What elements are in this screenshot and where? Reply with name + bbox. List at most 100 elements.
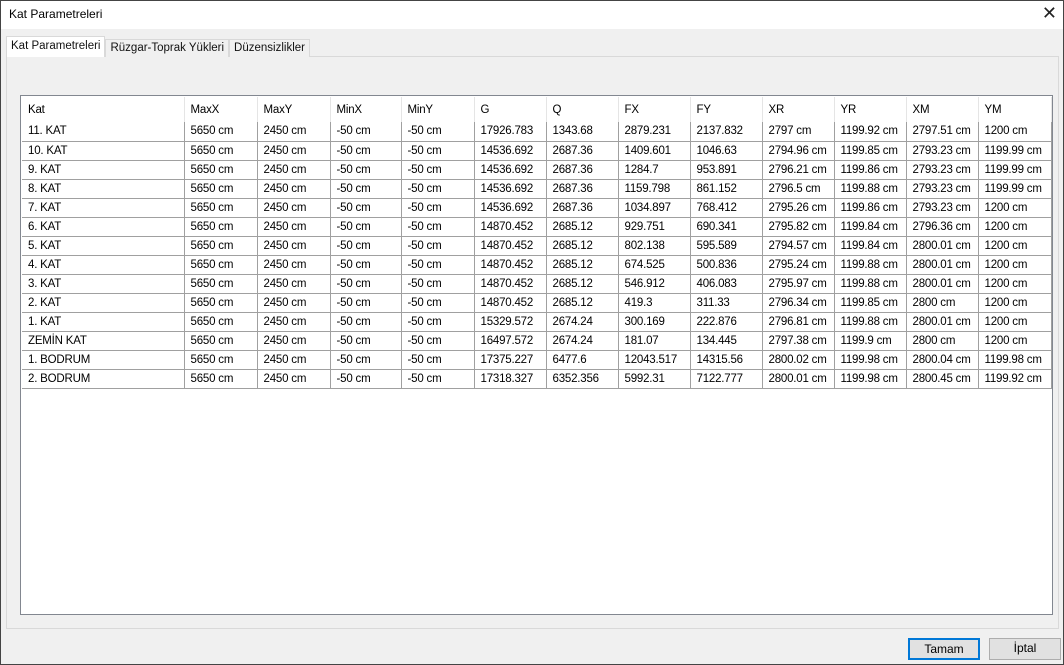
column-header-g[interactable]: G [474, 97, 547, 122]
cell-miny[interactable]: -50 cm [401, 179, 475, 199]
cell-fx[interactable]: 674.525 [618, 255, 691, 275]
cell-yr[interactable]: 1199.86 cm [834, 160, 907, 180]
cell-minx[interactable]: -50 cm [330, 217, 402, 237]
cell-g[interactable]: 14870.452 [474, 255, 547, 275]
cell-xr[interactable]: 2797.38 cm [762, 331, 835, 351]
cell-xm[interactable]: 2793.23 cm [906, 141, 979, 161]
cell-ym[interactable]: 1200 cm [978, 274, 1052, 294]
cell-ym[interactable]: 1199.92 cm [978, 369, 1052, 389]
table-row[interactable]: 1. BODRUM 5650 cm 2450 cm -50 cm -50 cm 17375… [22, 350, 1052, 370]
cell-q[interactable]: 6477.6 [546, 350, 619, 370]
cell-xm[interactable]: 2796.36 cm [906, 217, 979, 237]
cell-fx[interactable]: 802.138 [618, 236, 691, 256]
cell-fx[interactable]: 5992.31 [618, 369, 691, 389]
cell-xm[interactable]: 2793.23 cm [906, 160, 979, 180]
column-header-maxy[interactable]: MaxY [257, 97, 331, 122]
cell-maxx[interactable]: 5650 cm [184, 369, 258, 389]
cell-xm[interactable]: 2800.01 cm [906, 312, 979, 332]
cell-yr[interactable]: 1199.84 cm [834, 236, 907, 256]
cell-fy[interactable]: 311.33 [690, 293, 763, 313]
tab-kat-parametreleri[interactable]: Kat Parametreleri [6, 36, 106, 57]
cell-maxx[interactable]: 5650 cm [184, 217, 258, 237]
cell-g[interactable]: 16497.572 [474, 331, 547, 351]
cell-maxx[interactable]: 5650 cm [184, 274, 258, 294]
cell-kat[interactable]: 9. KAT [22, 160, 185, 180]
cell-fx[interactable]: 1284.7 [618, 160, 691, 180]
cell-g[interactable]: 14870.452 [474, 236, 547, 256]
table-row[interactable]: 10. KAT 5650 cm 2450 cm -50 cm -50 cm 14536.6… [22, 141, 1052, 161]
cell-q[interactable]: 2685.12 [546, 293, 619, 313]
cell-kat[interactable]: 11. KAT [22, 122, 185, 142]
cell-kat[interactable]: 6. KAT [22, 217, 185, 237]
table-row[interactable]: 3. KAT 5650 cm 2450 cm -50 cm -50 cm 14870.45… [22, 274, 1052, 294]
cell-miny[interactable]: -50 cm [401, 274, 475, 294]
cell-xm[interactable]: 2800.45 cm [906, 369, 979, 389]
cell-ym[interactable]: 1200 cm [978, 312, 1052, 332]
cell-yr[interactable]: 1199.9 cm [834, 331, 907, 351]
cell-ym[interactable]: 1199.99 cm [978, 160, 1052, 180]
cell-maxy[interactable]: 2450 cm [257, 179, 331, 199]
cell-minx[interactable]: -50 cm [330, 141, 402, 161]
cell-fx[interactable]: 546.912 [618, 274, 691, 294]
column-header-fx[interactable]: FX [618, 97, 691, 122]
cell-miny[interactable]: -50 cm [401, 293, 475, 313]
cell-kat[interactable]: 1. BODRUM [22, 350, 185, 370]
cell-miny[interactable]: -50 cm [401, 122, 475, 142]
cell-yr[interactable]: 1199.85 cm [834, 293, 907, 313]
cell-miny[interactable]: -50 cm [401, 236, 475, 256]
cell-xr[interactable]: 2797 cm [762, 122, 835, 142]
cell-xm[interactable]: 2793.23 cm [906, 179, 979, 199]
cell-q[interactable]: 2685.12 [546, 255, 619, 275]
tab-duzensizlikler[interactable]: Düzensizlikler [229, 39, 310, 57]
cell-ym[interactable]: 1200 cm [978, 255, 1052, 275]
cell-kat[interactable]: 8. KAT [22, 179, 185, 199]
cell-maxy[interactable]: 2450 cm [257, 293, 331, 313]
cell-minx[interactable]: -50 cm [330, 312, 402, 332]
cell-xr[interactable]: 2794.96 cm [762, 141, 835, 161]
cell-g[interactable]: 15329.572 [474, 312, 547, 332]
cell-fx[interactable]: 1409.601 [618, 141, 691, 161]
cancel-button[interactable]: İptal [989, 638, 1061, 660]
cell-fx[interactable]: 1034.897 [618, 198, 691, 218]
cell-maxx[interactable]: 5650 cm [184, 160, 258, 180]
cell-maxy[interactable]: 2450 cm [257, 198, 331, 218]
column-header-ym[interactable]: YM [978, 97, 1052, 122]
cell-kat[interactable]: 10. KAT [22, 141, 185, 161]
cell-xr[interactable]: 2795.24 cm [762, 255, 835, 275]
column-header-fy[interactable]: FY [690, 97, 763, 122]
cell-g[interactable]: 17926.783 [474, 122, 547, 142]
cell-ym[interactable]: 1200 cm [978, 122, 1052, 142]
cell-minx[interactable]: -50 cm [330, 160, 402, 180]
cell-maxy[interactable]: 2450 cm [257, 217, 331, 237]
table-row[interactable]: 2. BODRUM 5650 cm 2450 cm -50 cm -50 cm 17318… [22, 369, 1052, 389]
cell-yr[interactable]: 1199.88 cm [834, 312, 907, 332]
table-row[interactable]: 4. KAT 5650 cm 2450 cm -50 cm -50 cm 14870.45… [22, 255, 1052, 275]
cell-ym[interactable]: 1200 cm [978, 236, 1052, 256]
cell-maxy[interactable]: 2450 cm [257, 160, 331, 180]
column-header-maxx[interactable]: MaxX [184, 97, 258, 122]
cell-kat[interactable]: 5. KAT [22, 236, 185, 256]
table-row[interactable]: 8. KAT 5650 cm 2450 cm -50 cm -50 cm 14536.69… [22, 179, 1052, 199]
cell-maxx[interactable]: 5650 cm [184, 198, 258, 218]
parameters-grid[interactable]: Kat MaxX MaxY MinX MinY G Q FX FY XR YR XM YM 11. KA… [20, 95, 1053, 615]
cell-yr[interactable]: 1199.98 cm [834, 369, 907, 389]
cell-kat[interactable]: 7. KAT [22, 198, 185, 218]
cell-maxy[interactable]: 2450 cm [257, 122, 331, 142]
cell-fx[interactable]: 300.169 [618, 312, 691, 332]
cell-kat[interactable]: 1. KAT [22, 312, 185, 332]
cell-ym[interactable]: 1200 cm [978, 293, 1052, 313]
cell-q[interactable]: 2687.36 [546, 160, 619, 180]
cell-minx[interactable]: -50 cm [330, 274, 402, 294]
cell-fy[interactable]: 953.891 [690, 160, 763, 180]
cell-miny[interactable]: -50 cm [401, 312, 475, 332]
cell-q[interactable]: 2674.24 [546, 312, 619, 332]
cell-g[interactable]: 17318.327 [474, 369, 547, 389]
cell-xm[interactable]: 2800 cm [906, 331, 979, 351]
cell-minx[interactable]: -50 cm [330, 293, 402, 313]
cell-xm[interactable]: 2800 cm [906, 293, 979, 313]
cell-miny[interactable]: -50 cm [401, 369, 475, 389]
cell-kat[interactable]: 2. BODRUM [22, 369, 185, 389]
cell-maxx[interactable]: 5650 cm [184, 255, 258, 275]
cell-miny[interactable]: -50 cm [401, 198, 475, 218]
cell-q[interactable]: 2674.24 [546, 331, 619, 351]
